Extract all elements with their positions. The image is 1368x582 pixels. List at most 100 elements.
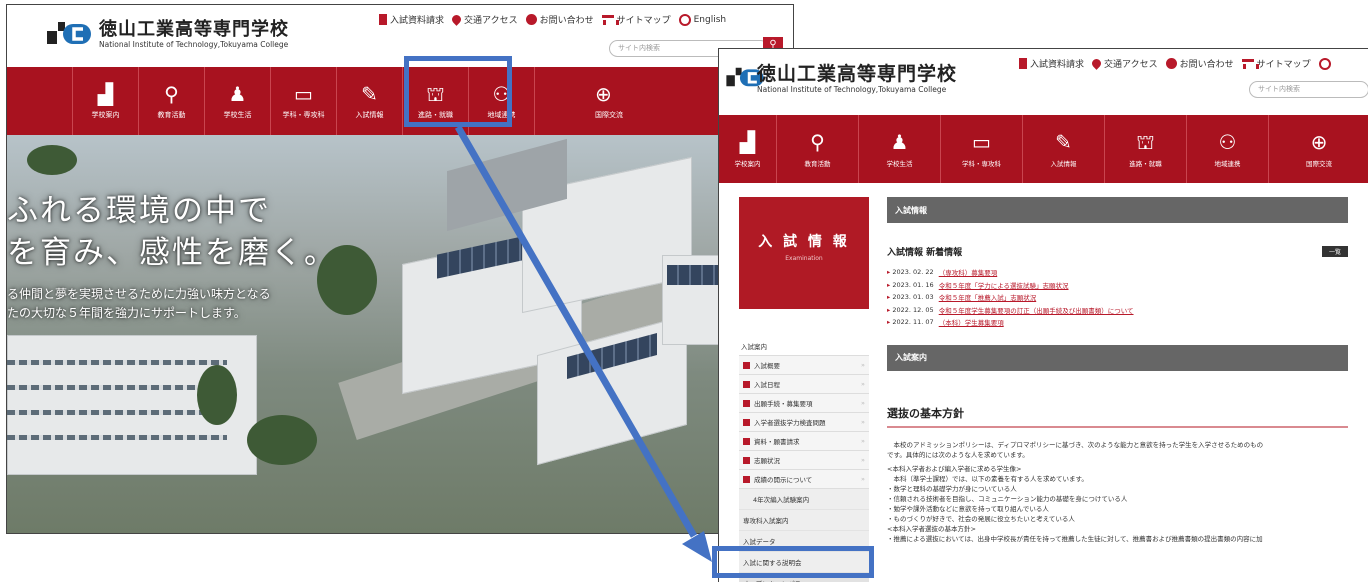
sidebar-section-transfer[interactable]: 4年次編入試験案内 — [739, 489, 869, 510]
nav-label: 入試情報 — [1050, 159, 1077, 168]
news-item: 2022. 11. 07 （本科）学生募集要項 — [887, 316, 1348, 329]
news-link[interactable]: （専攻科）募集要項 — [939, 267, 998, 277]
sidebar-item-label: 入試日程 — [754, 381, 780, 389]
nav-label: 学校生活 — [886, 159, 913, 168]
nav-item-about[interactable]: ▟ 学校案内 — [719, 115, 777, 183]
nav-item-campus-life[interactable]: ♟ 学校生活 — [205, 67, 271, 135]
global-nav: ▟ 学校案内 ⚲ 教育活動 ♟ 学校生活 ▭ 学科・専攻科 ✎ 入試情報 ⛫ 進路・就職 ⚇… — [719, 115, 1368, 183]
news-link[interactable]: 令和５年度学生募集要項の訂正（出願手続及び出願書類）について — [939, 305, 1134, 315]
section-banner-title: 入 試 情 報 — [758, 234, 850, 250]
site-name-en: National Institute of Technology,Tokuyam… — [757, 85, 947, 94]
sitemap-icon — [1241, 58, 1259, 69]
global-nav: ▟ 学校案内 ⚲ 教育活動 ♟ 学校生活 ▭ 学科・専攻科 ✎ 入試情報 ⛫ 進路・就職 ⚇… — [7, 67, 793, 135]
news-item: 2023. 01. 03 令和５年度「推薦入試」志願状況 — [887, 291, 1348, 304]
site-header: 徳山工業高等専門学校 National Institute of Technol… — [719, 49, 1368, 109]
util-contact[interactable]: お問い合わせ — [525, 13, 594, 26]
policy-line: ・ものづくりが好きで、社会の発展に役立ちたいと考えている人 — [887, 514, 1075, 523]
nav-item-about[interactable]: ▟ 学校案内 — [73, 67, 139, 135]
util-access[interactable]: 交通アクセス — [1090, 57, 1158, 70]
nav-label: 学校案内 — [91, 110, 120, 119]
news-list-button[interactable]: 一覧 — [1321, 246, 1348, 257]
sidebar-item[interactable]: 出願手続・募集要項 » — [739, 394, 869, 413]
util-access[interactable]: 交通アクセス — [450, 13, 518, 26]
nav-item-admissions[interactable]: ✎ 入試情報 — [337, 67, 403, 135]
sidebar-item[interactable]: 入学者選抜学力検査問題 » — [739, 413, 869, 432]
sidebar-item[interactable]: 入試概要 » — [739, 356, 869, 375]
util-english[interactable]: English — [678, 13, 726, 26]
bullet-icon — [743, 437, 750, 445]
policy-heading: 選抜の基本方針 — [887, 405, 1348, 428]
policy-line: 本科（準学士課程）では、以下の素養を有する人を求めています。 — [887, 474, 1088, 483]
nav-item-campus-life[interactable]: ♟ 学校生活 — [859, 115, 941, 183]
chevron-right-icon: » — [861, 380, 865, 388]
bullet-icon — [743, 361, 750, 369]
bullet-icon — [743, 399, 750, 407]
nav-edge — [7, 67, 73, 135]
news-list: 2023. 02. 22 （専攻科）募集要項 2023. 01. 16 令和５年度「… — [887, 266, 1348, 329]
chevron-right-icon: » — [861, 456, 865, 464]
util-label: サイトマップ — [1256, 60, 1311, 70]
hero-headline-1: ふれる環境の中で — [7, 193, 271, 229]
sidebar-item[interactable]: 成績の開示について » — [739, 470, 869, 489]
photo-windows — [7, 385, 227, 390]
news-link[interactable]: 令和５年度「学力による選抜試験」志願状況 — [939, 280, 1069, 290]
search-input[interactable]: サイト内検索 — [1249, 81, 1368, 98]
util-sitemap[interactable]: サイトマップ — [1241, 57, 1311, 70]
nav-item-careers[interactable]: ⛫ 進路・就職 — [1105, 115, 1187, 183]
hero-subtext-2: たの大切な５年間を強力にサポートします。 — [7, 306, 246, 320]
news-header: 入試情報 新着情報 一覧 — [887, 245, 1348, 258]
news-item: 2022. 12. 05 令和５年度学生募集要項の訂正（出願手続及び出願書類）につ… — [887, 304, 1348, 317]
chevron-right-icon: » — [861, 418, 865, 426]
util-label: お問い合わせ — [539, 16, 594, 26]
news-link[interactable]: 令和５年度「推薦入試」志願状況 — [939, 292, 1037, 302]
sidebar-item-label: 資料・願書請求 — [754, 438, 800, 446]
nav-label: 国際交流 — [1306, 159, 1332, 168]
section-title-bar: 入試案内 — [887, 344, 1348, 371]
chevron-right-icon: » — [861, 437, 865, 445]
util-request-docs[interactable]: 入試資料請求 — [1019, 57, 1084, 70]
nav-label: 学校案内 — [734, 159, 761, 168]
photo-windows — [7, 410, 227, 415]
util-label: 入試資料請求 — [390, 16, 445, 26]
site-name-ja[interactable]: 徳山工業高等専門学校 — [99, 15, 289, 41]
util-label: サイトマップ — [616, 16, 671, 26]
nav-label: 地域連携 — [1214, 159, 1241, 168]
sidebar-item[interactable]: 志願状況 » — [739, 451, 869, 470]
nav-item-education[interactable]: ⚲ 教育活動 — [139, 67, 205, 135]
nav-item-admissions[interactable]: ✎ 入試情報 — [1023, 115, 1105, 183]
nav-item-community[interactable]: ⚇ 地域連携 — [1187, 115, 1269, 183]
college-logo-icon[interactable] — [43, 18, 95, 48]
util-contact[interactable]: お問い合わせ — [1165, 57, 1234, 70]
sidebar-item-label: 成績の開示について — [754, 476, 813, 484]
sidebar-item[interactable]: 入試日程 » — [739, 375, 869, 394]
site-name-en: National Institute of Technology,Tokuyam… — [99, 40, 289, 49]
phone-icon — [525, 14, 537, 25]
nav-item-education[interactable]: ⚲ 教育活動 — [777, 115, 859, 183]
site-name-ja[interactable]: 徳山工業高等専門学校 — [757, 59, 957, 86]
util-english[interactable] — [1318, 57, 1331, 70]
sidebar-item[interactable]: 資料・願書請求 » — [739, 432, 869, 451]
news-date: 2023. 01. 16 — [887, 281, 933, 289]
news-item: 2023. 02. 22 （専攻科）募集要項 — [887, 266, 1348, 279]
document-icon — [1019, 58, 1027, 69]
sidebar-category[interactable]: 入試案内 — [739, 337, 869, 356]
hero-subtext-1: る仲間と夢を実現させるために力強い味方となる — [7, 287, 271, 301]
news-link[interactable]: （本科）学生募集要項 — [939, 317, 1004, 327]
admissions-content: 入 試 情 報 Examination 入試案内 入試概要 » 入試日程 » 出願手… — [719, 183, 1368, 582]
util-request-docs[interactable]: 入試資料請求 — [379, 13, 444, 26]
policy-line: ・信頼される技術者を目指し、コミュニケーション能力の基礎を身につけている人 — [887, 494, 1128, 503]
group-icon: ⚇ — [1218, 129, 1237, 154]
util-sitemap[interactable]: サイトマップ — [601, 13, 671, 26]
phone-icon — [1165, 58, 1177, 69]
nav-item-departments[interactable]: ▭ 学科・専攻科 — [941, 115, 1023, 183]
pen-document-icon: ✎ — [361, 81, 378, 106]
nav-item-departments[interactable]: ▭ 学科・専攻科 — [271, 67, 337, 135]
util-label: お問い合わせ — [1179, 60, 1234, 70]
sidebar-section-advanced-course[interactable]: 専攻科入試案内 — [739, 510, 869, 531]
nav-label: 進路・就職 — [1129, 159, 1162, 168]
nav-item-international[interactable]: ⊕ 国際交流 — [1269, 115, 1368, 183]
bullet-icon — [743, 456, 750, 464]
policy-line: です。具体的には次のような人を求めています。 — [887, 450, 1029, 459]
bullet-icon — [743, 475, 750, 483]
bullet-icon — [743, 380, 750, 388]
